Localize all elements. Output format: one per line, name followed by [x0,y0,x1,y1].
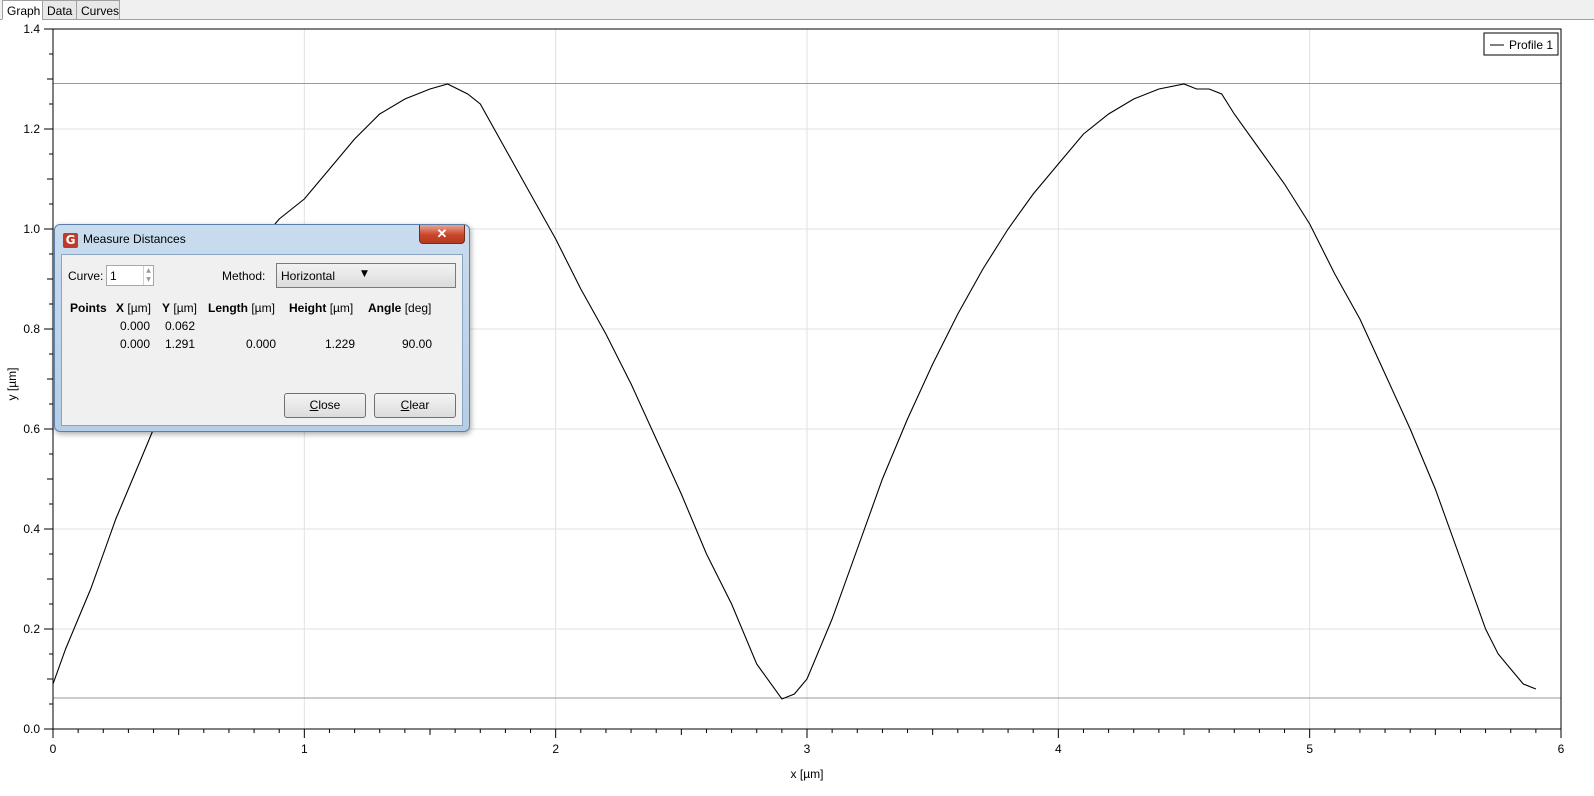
dialog-body: Curve: 1 ▲ ▼ Method: Horizontal ▼ Points … [61,254,463,426]
column-header-y: Y [µm] [162,301,197,315]
row-2-y: 1.291 [164,337,195,351]
y-tick-label: 1.4 [23,22,40,36]
y-axis-label: y [µm] [5,368,19,401]
close-icon[interactable]: ✕ [419,225,465,244]
y-tick-label: 0.6 [23,422,40,436]
legend-entry-profile-1: Profile 1 [1509,38,1553,52]
y-tick-label: 0.0 [23,722,40,736]
dialog-titlebar[interactable]: G Measure Distances ✕ [55,225,469,253]
y-tick-label: 1.0 [23,222,40,236]
method-value: Horizontal [281,269,336,283]
x-tick-label: 4 [1055,742,1062,756]
column-header-length: Length [µm] [208,301,275,315]
row-2-x: 0.000 [119,337,150,351]
x-tick-label: 3 [804,742,811,756]
x-tick-label: 0 [50,742,57,756]
x-tick-label: 2 [552,742,559,756]
column-header-x: X [µm] [116,301,151,315]
curve-label: Curve: [68,269,104,283]
spin-arrows-icon[interactable]: ▲ ▼ [143,266,153,285]
column-header-angle: Angle [deg] [368,301,432,315]
y-axis: 0.0 0.2 0.4 0.6 0.8 1.0 1.2 1.4 [23,22,53,736]
row-2-angle: 90.00 [401,337,432,351]
tab-bar: Graph Data Curves [0,0,1594,20]
tab-curves[interactable]: Curves [76,0,120,20]
row-1-y: 0.062 [164,319,195,333]
y-tick-label: 1.2 [23,122,40,136]
dialog-title: Measure Distances [83,232,186,246]
tab-data[interactable]: Data [42,0,77,20]
clear-button[interactable]: Clear [374,393,456,418]
row-2-height: 1.229 [324,337,355,351]
legend: Profile 1 [1483,32,1559,56]
close-button[interactable]: Close [284,393,366,418]
x-tick-label: 5 [1306,742,1313,756]
x-axis: 0 1 2 3 4 5 6 [50,729,1565,756]
column-header-points: Points [70,301,107,315]
x-tick-label: 1 [301,742,308,756]
method-label: Method: [222,269,266,283]
method-dropdown[interactable]: Horizontal ▼ [276,263,456,288]
app-icon: G [63,233,78,248]
y-tick-label: 0.2 [23,622,40,636]
row-2-length: 0.000 [245,337,276,351]
chevron-down-icon: ▼ [361,269,368,279]
y-tick-label: 0.8 [23,322,40,336]
curve-spinbox[interactable]: 1 ▲ ▼ [106,265,154,286]
tab-graph[interactable]: Graph [2,0,43,20]
x-axis-label: x [µm] [791,767,824,781]
measure-distances-dialog: G Measure Distances ✕ Curve: 1 ▲ ▼ Method… [54,224,470,432]
x-tick-label: 6 [1558,742,1565,756]
y-tick-label: 0.4 [23,522,40,536]
curve-value: 1 [110,269,117,283]
row-1-x: 0.000 [119,319,150,333]
column-header-height: Height [µm] [289,301,354,315]
